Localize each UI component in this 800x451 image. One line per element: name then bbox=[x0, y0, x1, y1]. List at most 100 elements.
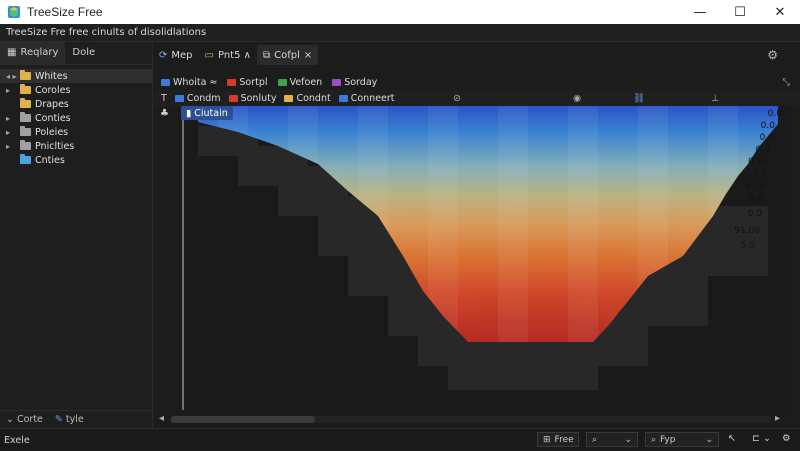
folder-icon bbox=[20, 140, 31, 150]
close-window-button[interactable]: ✕ bbox=[760, 0, 800, 24]
tab-regular[interactable]: ▦ Reqlary bbox=[0, 42, 66, 64]
value-label: 0.0 bbox=[761, 121, 776, 131]
expand-arrow-icon[interactable]: ▸ bbox=[6, 114, 20, 123]
chart-canvas: 0.0 0.0 0.0 0.0 0.13 0.0 0.30 0.0 0.0 91.00 5.0 bbox=[178, 106, 790, 410]
tree-item-label: Whites bbox=[35, 70, 68, 82]
search-icon: ⌕ bbox=[592, 434, 598, 445]
subtitle-bar: TreeSize Fre free cinults of disolidlati… bbox=[0, 24, 800, 42]
folder-icon bbox=[174, 94, 184, 102]
left-tabs: ▦ Reqlary Dole bbox=[0, 42, 152, 65]
tree-item-label: Coroles bbox=[35, 84, 71, 96]
chain-icon[interactable]: ⛓ bbox=[633, 93, 645, 104]
folder-icon bbox=[20, 154, 31, 164]
folder-icon bbox=[20, 112, 31, 122]
collapse-icon[interactable]: ⤡ bbox=[782, 77, 790, 88]
column-header[interactable]: Condm bbox=[174, 93, 221, 104]
value-label: 0.0 bbox=[756, 145, 771, 155]
folder-icon bbox=[332, 78, 342, 86]
drive-icon: ▦ bbox=[7, 47, 17, 58]
minimize-button[interactable]: — bbox=[680, 0, 720, 24]
tree-item-label: Poleies bbox=[35, 126, 69, 138]
tree-item[interactable]: ◂ ▸ Whites bbox=[0, 69, 152, 83]
column-header[interactable]: Conneert bbox=[338, 93, 395, 104]
tree-item[interactable]: ▸ Coroles bbox=[0, 83, 152, 97]
title-bar: TreeSize Free — ☐ ✕ bbox=[0, 0, 800, 24]
tree-item-label: Cnties bbox=[35, 154, 65, 166]
value-label: 0.0 bbox=[768, 109, 783, 119]
folder-icon bbox=[20, 70, 31, 80]
pointer-icon[interactable]: ↖ bbox=[728, 433, 736, 444]
free-button[interactable]: ⊞ Free bbox=[537, 432, 579, 447]
legend-item[interactable]: Sorday bbox=[332, 77, 377, 88]
scroll-thumb[interactable] bbox=[171, 416, 315, 423]
legend-item[interactable]: Sortpl bbox=[227, 77, 268, 88]
settings-gear-icon[interactable]: ⚙ bbox=[782, 433, 791, 444]
scroll-right-icon[interactable]: ▸ bbox=[775, 413, 780, 424]
horizontal-scrollbar[interactable]: ◂ ▸ bbox=[153, 410, 800, 428]
expand-arrow-icon[interactable]: ▸ bbox=[6, 142, 20, 151]
folder-icon bbox=[338, 94, 348, 102]
type-dropdown[interactable]: ⌕ Fyp ⌄ bbox=[645, 432, 719, 447]
flag-icon: ▮ bbox=[186, 107, 192, 119]
tag-icon: ✎ bbox=[54, 414, 63, 425]
expand-arrow-icon[interactable]: ▸ bbox=[6, 128, 20, 137]
copy-icon: ⧉ bbox=[262, 49, 271, 61]
value-label: 0.0 bbox=[753, 169, 768, 179]
corte-button[interactable]: ⌄ Corte bbox=[6, 414, 43, 425]
tree-item[interactable]: ▸ Poleies bbox=[0, 125, 152, 139]
folder-icon bbox=[227, 78, 237, 86]
folder-icon bbox=[20, 84, 31, 94]
refresh-icon: ⟳ bbox=[159, 49, 168, 61]
column-header[interactable]: Condnt bbox=[284, 93, 331, 104]
tree-item[interactable]: ▸ Conties bbox=[0, 111, 152, 125]
layout-icon[interactable]: ⊏ ⌄ bbox=[752, 433, 771, 444]
tree-item-label: Drapes bbox=[35, 98, 69, 110]
app-logo-icon bbox=[8, 6, 20, 18]
style-button[interactable]: ✎ tyle bbox=[55, 414, 84, 425]
tree-item-label: Pniclties bbox=[35, 140, 75, 152]
sort-icon[interactable]: ⊥ bbox=[711, 93, 719, 104]
folder-icon bbox=[277, 78, 287, 86]
value-label: 0.30 bbox=[745, 182, 765, 192]
legend-item[interactable]: Vefoen bbox=[277, 77, 322, 88]
tree-item[interactable]: Cnties bbox=[0, 153, 152, 167]
column-header[interactable]: Sonluty bbox=[228, 93, 276, 104]
window-title: TreeSize Free bbox=[27, 5, 103, 19]
tab-close-icon[interactable]: × bbox=[304, 50, 312, 61]
tab-label: Reqlary bbox=[20, 47, 59, 58]
chevron-down-icon: ⌄ bbox=[705, 434, 713, 445]
main-panel: ⟳ Mep ▭ Pnt5 ∧ ⧉ Cofpl × ⚙ Whoita ≈ Sort… bbox=[153, 42, 800, 428]
tab-pnt5[interactable]: ▭ Pnt5 ∧ bbox=[199, 45, 257, 65]
text-tool-icon[interactable]: T bbox=[161, 93, 167, 104]
value-label: 91.00 bbox=[734, 226, 760, 236]
tab-dole[interactable]: Dole bbox=[65, 42, 102, 64]
expand-arrow-icon[interactable]: ◂ ▸ bbox=[6, 72, 20, 81]
current-item-tag[interactable]: ▮ Ciutain bbox=[181, 106, 233, 120]
link-icon[interactable]: ⊘ bbox=[453, 93, 461, 104]
value-label: 0.0 bbox=[748, 209, 763, 219]
tab-label: Dole bbox=[72, 47, 96, 58]
left-panel: ▦ Reqlary Dole ◂ ▸ Whites ▸ Coroles Drap… bbox=[0, 42, 153, 428]
legend-item[interactable]: Whoita ≈ bbox=[161, 77, 217, 88]
tab-map[interactable]: ⟳ Mep bbox=[153, 45, 199, 65]
tree-item-label: Conties bbox=[35, 112, 71, 124]
folder-icon: ▭ bbox=[204, 49, 214, 61]
status-text: Exele bbox=[4, 434, 30, 446]
folder-tree: ◂ ▸ Whites ▸ Coroles Drapes ▸ Conties ▸ … bbox=[0, 65, 152, 167]
user-icon[interactable]: ◉ bbox=[573, 93, 581, 104]
settings-gear-icon[interactable]: ⚙ bbox=[767, 48, 778, 62]
maximize-button[interactable]: ☐ bbox=[720, 0, 760, 24]
scroll-left-icon[interactable]: ◂ bbox=[159, 413, 164, 424]
value-label: 0.0 bbox=[760, 133, 775, 143]
folder-icon bbox=[284, 94, 294, 102]
main-tabs: ⟳ Mep ▭ Pnt5 ∧ ⧉ Cofpl × bbox=[153, 42, 800, 68]
value-label: 0.0 bbox=[750, 195, 765, 205]
chevron-down-icon: ⌄ bbox=[624, 434, 632, 445]
tree-item[interactable]: ▸ Pniclties bbox=[0, 139, 152, 153]
expand-arrow-icon[interactable]: ▸ bbox=[6, 86, 20, 95]
people-icon[interactable]: ♣ bbox=[160, 108, 169, 119]
tab-cofpl[interactable]: ⧉ Cofpl × bbox=[256, 45, 319, 65]
value-label: 0.13 bbox=[748, 157, 768, 167]
search-dropdown[interactable]: ⌕ ⌄ bbox=[586, 432, 638, 447]
tree-item[interactable]: Drapes bbox=[0, 97, 152, 111]
